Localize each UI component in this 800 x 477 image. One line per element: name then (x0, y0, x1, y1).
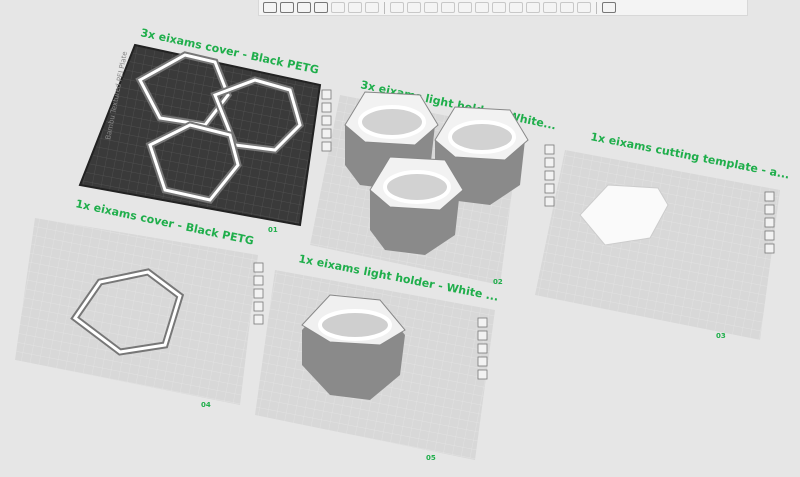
plate-settings-icon[interactable] (253, 314, 264, 325)
close-plate-icon[interactable] (544, 144, 555, 155)
orient-plate-icon[interactable] (253, 288, 264, 299)
orient-plate-icon[interactable] (764, 217, 775, 228)
lock-plate-icon[interactable] (544, 183, 555, 194)
auto-arrange-icon[interactable] (321, 102, 332, 113)
auto-arrange-icon[interactable] (477, 330, 488, 341)
close-plate-icon[interactable] (321, 89, 332, 100)
plate-03[interactable]: 03 1x eixams cutting template - a... (535, 130, 791, 340)
lock-plate-icon[interactable] (253, 301, 264, 312)
close-plate-icon[interactable] (477, 317, 488, 328)
lock-plate-icon[interactable] (477, 356, 488, 367)
orient-plate-icon[interactable] (544, 170, 555, 181)
orient-plate-icon[interactable] (477, 343, 488, 354)
plate-settings-icon[interactable] (764, 243, 775, 254)
lock-plate-icon[interactable] (764, 230, 775, 241)
plate-04-buttons (253, 262, 264, 325)
plate-number: 01 (268, 226, 278, 234)
lock-plate-icon[interactable] (321, 128, 332, 139)
plate-01-buttons (321, 89, 332, 152)
auto-arrange-icon[interactable] (544, 157, 555, 168)
plate-settings-icon[interactable] (477, 369, 488, 380)
plate-settings-icon[interactable] (321, 141, 332, 152)
orient-plate-icon[interactable] (321, 115, 332, 126)
close-plate-icon[interactable] (253, 262, 264, 273)
plate-05-buttons (477, 317, 488, 380)
plate-04[interactable]: 04 1x eixams cover - Black PETG (15, 197, 258, 409)
auto-arrange-icon[interactable] (253, 275, 264, 286)
plate-number: 03 (716, 332, 726, 340)
plate-number: 05 (426, 454, 436, 462)
plate-02-buttons (544, 144, 555, 207)
plate-settings-icon[interactable] (544, 196, 555, 207)
plate-05[interactable]: 05 1x eixams light holder - White ... (255, 252, 500, 462)
plate-03-buttons (764, 191, 775, 254)
auto-arrange-icon[interactable] (764, 204, 775, 215)
3d-viewport[interactable]: 02 3x eixams light holder - White... 03 … (0, 0, 800, 477)
plate-number: 04 (201, 401, 211, 409)
close-plate-icon[interactable] (764, 191, 775, 202)
plate-01[interactable]: Bambu Textured PEI Plate 01 3x eixams co… (78, 26, 322, 234)
plate-number: 02 (493, 278, 503, 286)
